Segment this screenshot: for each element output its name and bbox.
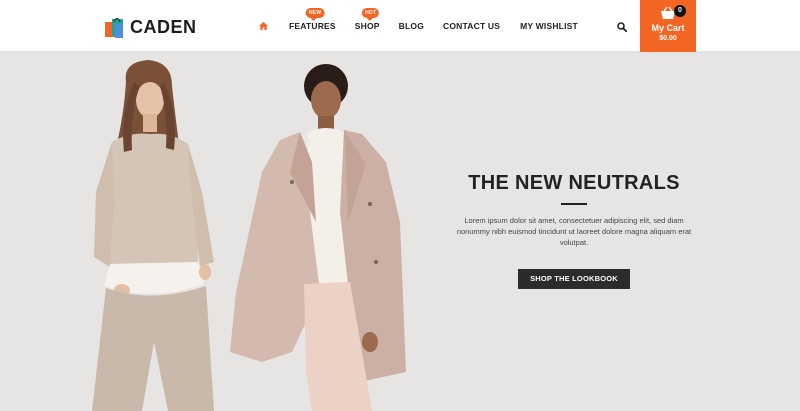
nav-features[interactable]: FEATURES NEW xyxy=(289,8,336,31)
home-icon xyxy=(258,22,268,30)
cart-label: My Cart xyxy=(651,23,685,33)
cart-button[interactable]: 0 My Cart $0.00 xyxy=(640,0,696,52)
hero-banner: THE NEW NEUTRALS Lorem ipsum dolor sit a… xyxy=(0,52,800,411)
title-divider xyxy=(561,203,587,205)
model-right xyxy=(230,64,406,411)
nav-shop[interactable]: SHOP HOT xyxy=(354,8,380,31)
nav-blog-label: BLOG xyxy=(398,21,425,31)
shopping-bags-icon xyxy=(105,17,123,38)
nav-shop-label: SHOP xyxy=(354,21,380,31)
cart-count-badge: 0 xyxy=(674,5,686,17)
hero-content: THE NEW NEUTRALS Lorem ipsum dolor sit a… xyxy=(452,172,696,289)
new-badge: NEW xyxy=(305,8,325,21)
logo[interactable]: CADEN xyxy=(103,14,197,40)
nav-features-label: FEATURES xyxy=(289,21,336,31)
nav-home[interactable] xyxy=(253,16,273,36)
logo-text: CADEN xyxy=(130,16,197,37)
nav-contact-us[interactable]: CONTACT US xyxy=(443,21,500,31)
hot-badge: HOT xyxy=(362,8,380,21)
hero-description: Lorem ipsum dolor sit amet, consectetuer… xyxy=(456,216,692,247)
model-left xyxy=(92,60,214,411)
nav-my-wishlist[interactable]: MY WISHLIST xyxy=(520,21,578,31)
search-button[interactable] xyxy=(617,19,631,33)
search-icon xyxy=(617,22,628,33)
nav-blog[interactable]: BLOG xyxy=(399,21,424,31)
nav-contact-label: CONTACT US xyxy=(443,21,501,31)
cart-total: $0.00 xyxy=(659,35,677,42)
hero-models-image xyxy=(92,60,406,411)
shop-the-lookbook-button[interactable]: SHOP THE LOOKBOOK xyxy=(518,269,630,289)
main-nav: FEATURES NEW SHOP HOT BLOG CONTACT US MY… xyxy=(250,0,578,52)
site-header: CADEN FEATURES NEW SHOP HOT BLOG CONTACT… xyxy=(0,0,800,52)
hero-title: THE NEW NEUTRALS xyxy=(468,172,680,194)
nav-wishlist-label: MY WISHLIST xyxy=(520,21,578,31)
